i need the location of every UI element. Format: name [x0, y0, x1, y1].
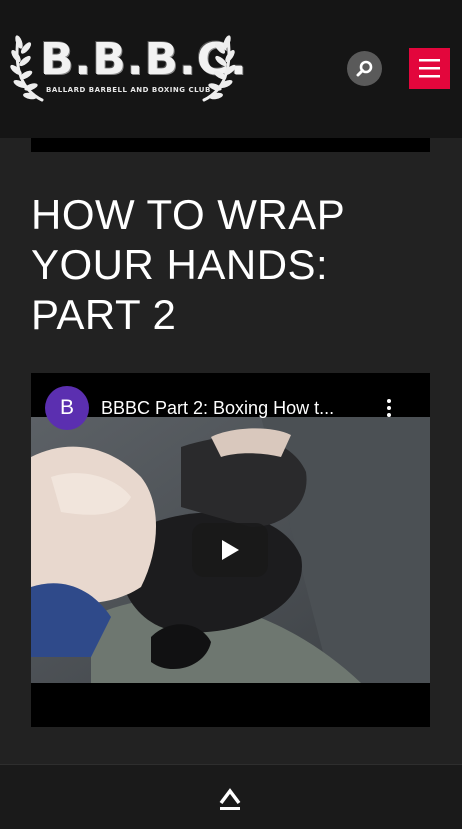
channel-avatar[interactable]: B	[45, 386, 89, 430]
previous-embed-bottom	[31, 138, 430, 152]
hamburger-menu-icon	[419, 59, 440, 78]
play-icon	[222, 540, 239, 560]
page-title: HOW TO WRAP YOUR HANDS: PART 2	[31, 191, 345, 338]
logo-subtext: BALLARD BARBELL AND BOXING CLUB	[46, 86, 211, 94]
site-logo[interactable]: B.B.B.C. BALLARD BARBELL AND BOXING CLUB	[10, 30, 248, 104]
chevron-up-icon	[219, 788, 241, 810]
site-footer	[0, 764, 462, 829]
site-header: B.B.B.C. BALLARD BARBELL AND BOXING CLUB	[0, 0, 462, 138]
laurel-right-icon	[202, 35, 236, 102]
play-button[interactable]	[192, 523, 268, 577]
search-icon	[356, 60, 373, 77]
back-to-top-button[interactable]	[212, 785, 248, 815]
menu-button[interactable]	[409, 48, 450, 89]
search-button[interactable]	[347, 51, 382, 86]
more-vertical-icon[interactable]	[381, 397, 397, 419]
video-title[interactable]: BBBC Part 2: Boxing How t...	[101, 397, 371, 419]
logo-text: B.B.B.C.	[40, 34, 248, 85]
video-embed[interactable]: B BBBC Part 2: Boxing How t...	[31, 373, 430, 727]
